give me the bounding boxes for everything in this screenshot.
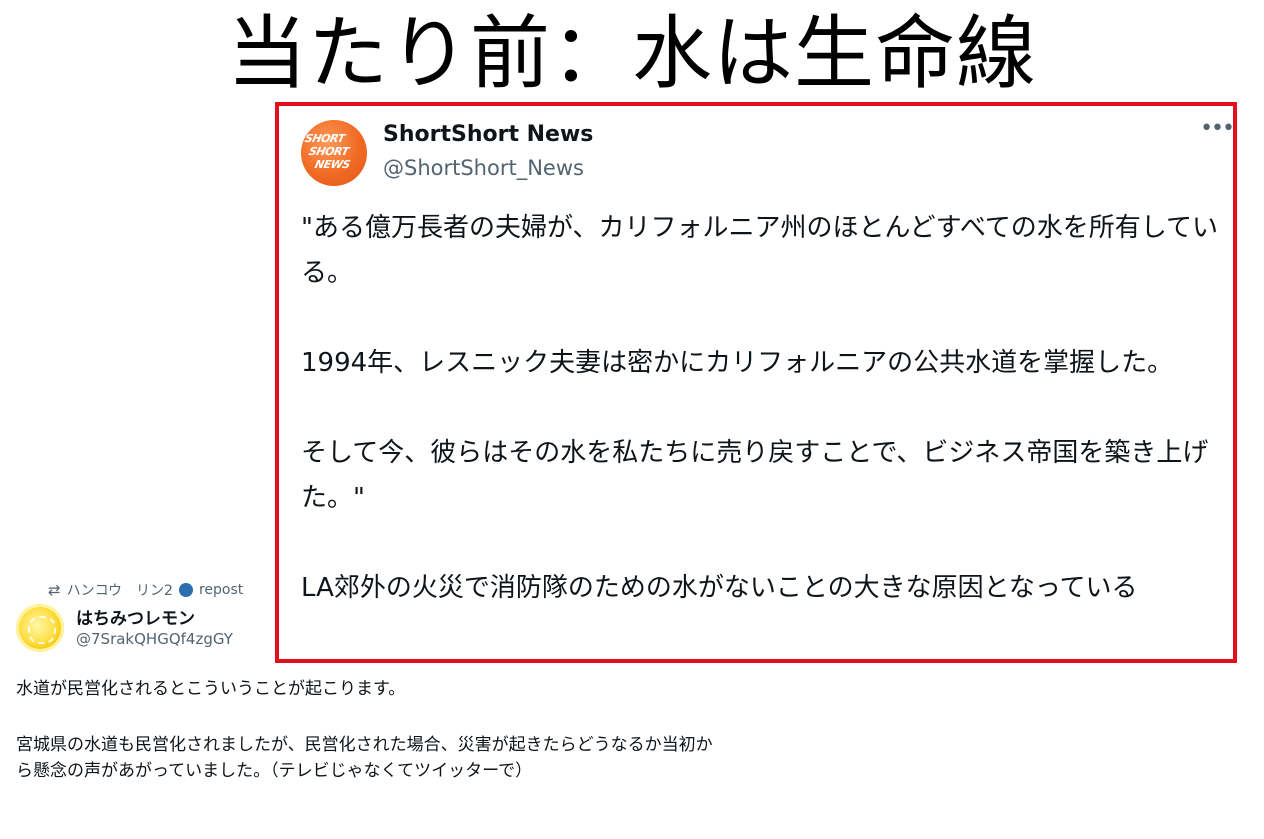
tweet-text-paragraph: LA郊外の火災で消防隊のための水がないことの大きな原因となっている: [301, 573, 1138, 603]
avatar-logo-text: SHORT: [303, 132, 346, 145]
more-options-icon[interactable]: •••: [1200, 116, 1233, 141]
speech-bubble-icon: [178, 583, 193, 597]
author-name[interactable]: はちみつレモン: [76, 604, 195, 629]
avatar[interactable]: [16, 604, 64, 652]
tweet-text-paragraph: 水道が民営化されるとこういうことが起こります。: [16, 679, 406, 699]
repost-label: repost: [198, 582, 244, 598]
avatar-logo-text: NEWS: [313, 158, 352, 171]
avatar[interactable]: SHORT SHORT NEWS: [301, 120, 367, 186]
headline: 当たり前：水は生命線: [227, 7, 1037, 100]
highlighted-tweet-card: SHORT SHORT NEWS ShortShort News @ShortS…: [275, 102, 1237, 663]
author-name[interactable]: ShortShort News: [383, 122, 593, 147]
author-handle[interactable]: @ShortShort_News: [383, 156, 584, 180]
reposter-name[interactable]: ハンコウ リン2: [67, 580, 173, 600]
repost-indicator: ⇄ ハンコウ リン2 repost: [48, 580, 243, 600]
repost-icon: ⇄: [48, 581, 61, 599]
tweet-text-paragraph: "ある億万長者の夫婦が、カリフォルニア州のほとんどすべての水を所有している。: [301, 213, 1219, 288]
tweet-text-paragraph: 宮城県の水道も民営化されましたが、民営化された場合、災害が起きたらどうなるか当初…: [16, 735, 713, 781]
avatar-logo-text: SHORT: [307, 145, 350, 158]
tweet-text-paragraph: そして今、彼らはその水を私たちに売り戻すことで、ビジネス帝国を築き上げた。": [301, 438, 1209, 513]
tweet-text-paragraph: 1994年、レスニック夫妻は密かにカリフォルニアの公共水道を掌握した。: [301, 348, 1174, 378]
author-handle[interactable]: @7SrakQHGQf4zgGY: [76, 630, 233, 648]
tweet-body: "ある億万長者の夫婦が、カリフォルニア州のほとんどすべての水を所有している。 1…: [301, 206, 1221, 611]
